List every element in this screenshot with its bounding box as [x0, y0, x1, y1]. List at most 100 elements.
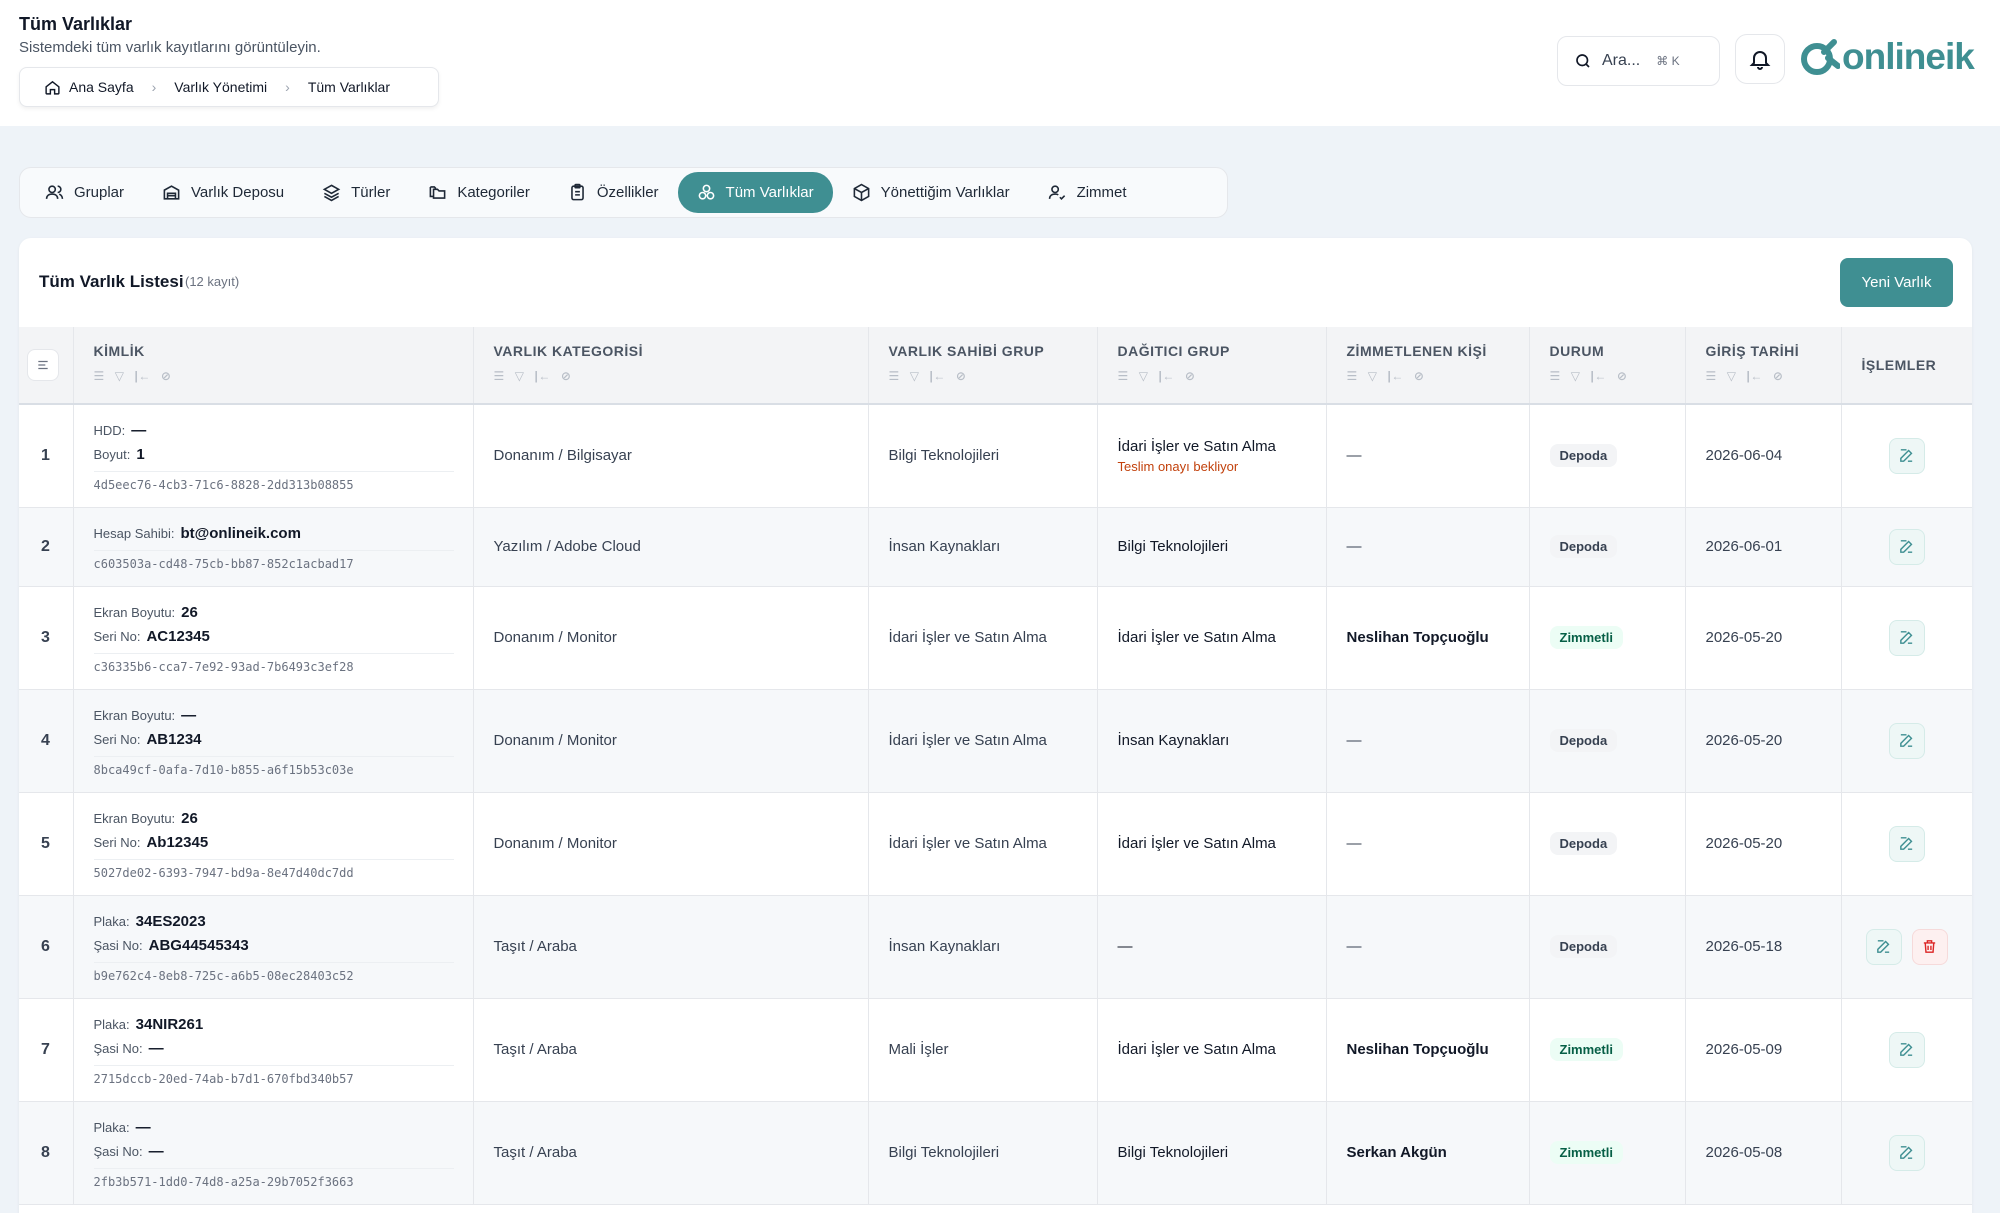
- tab-label: Gruplar: [74, 184, 125, 201]
- column-tool-icons: ☰ ▽ |← ⊘: [1347, 369, 1529, 383]
- tab-managed-assets[interactable]: Yönettiğim Varlıklar: [833, 172, 1029, 213]
- hide-icon[interactable]: ⊘: [1617, 369, 1628, 383]
- table-row[interactable]: 3 Ekran Boyutu: 26 Seri No: AC12345 c36335…: [19, 586, 1972, 690]
- row-number: 6: [19, 895, 74, 999]
- column-header-assigned-person[interactable]: ZİMMETLENEN KİŞİ ☰ ▽ |← ⊘: [1326, 327, 1530, 405]
- tab-all-assets[interactable]: Tüm Varlıklar: [677, 172, 833, 213]
- edit-button[interactable]: [1888, 437, 1925, 474]
- tab-properties[interactable]: Özellikler: [549, 172, 678, 213]
- edit-button[interactable]: [1865, 928, 1902, 965]
- pin-icon[interactable]: |←: [1388, 369, 1404, 383]
- tab-types[interactable]: Türler: [303, 172, 409, 213]
- column-header-entry-date[interactable]: GİRİŞ TARİHİ ☰ ▽ |← ⊘: [1685, 327, 1842, 405]
- pin-icon[interactable]: |←: [930, 369, 946, 383]
- sort-icon[interactable]: ☰: [889, 369, 900, 383]
- notifications-button[interactable]: [1735, 34, 1785, 84]
- filter-icon[interactable]: ▽: [1368, 369, 1378, 383]
- field-label: Seri No:: [93, 835, 141, 850]
- pin-icon[interactable]: |←: [535, 369, 551, 383]
- column-tool-icons: ☰ ▽ |← ⊘: [1118, 369, 1326, 383]
- column-header-category[interactable]: VARLIK KATEGORİSİ ☰ ▽ |← ⊘: [473, 327, 869, 405]
- hide-icon[interactable]: ⊘: [1773, 369, 1784, 383]
- field-label: Şasi No:: [93, 1041, 143, 1056]
- identity-field-2: Şasi No: —: [94, 1037, 473, 1061]
- field-value: bt@onlineik.com: [180, 525, 301, 542]
- distributor-group: İnsan Kaynakları: [1117, 732, 1230, 749]
- tab-label: Zimmet: [1076, 184, 1127, 201]
- table-row[interactable]: 2 Hesap Sahibi: bt@onlineik.com c603503a-…: [19, 507, 1972, 587]
- edit-button[interactable]: [1888, 1134, 1925, 1171]
- breadcrumb-asset-management[interactable]: Varlık Yönetimi: [174, 79, 267, 95]
- table-row[interactable]: 7 Plaka: 34NIR261 Şasi No: — 2715dccb-20ed…: [19, 998, 1972, 1102]
- sort-icon[interactable]: ☰: [94, 369, 105, 383]
- row-number: 7: [19, 998, 74, 1102]
- filter-icon[interactable]: ▽: [515, 369, 525, 383]
- status-cell: Depoda: [1529, 507, 1686, 587]
- filter-icon[interactable]: ▽: [115, 369, 125, 383]
- tab-asset-storage[interactable]: Varlık Deposu: [143, 172, 303, 213]
- edit-button[interactable]: [1888, 619, 1925, 656]
- hide-icon[interactable]: ⊘: [561, 369, 572, 383]
- list-count: (12 kayıt): [185, 274, 240, 289]
- hide-icon[interactable]: ⊘: [161, 369, 172, 383]
- table-row[interactable]: 8 Plaka: — Şasi No: — 2fb3b571-1dd0-74d8-a…: [19, 1101, 1972, 1205]
- edit-button[interactable]: [1888, 528, 1925, 565]
- table-row[interactable]: 5 Ekran Boyutu: 26 Seri No: Ab12345 5027de…: [19, 792, 1972, 896]
- edit-button[interactable]: [1888, 825, 1925, 862]
- column-tool-icons: ☰ ▽ |← ⊘: [1706, 369, 1841, 383]
- edit-icon: [1877, 940, 1890, 953]
- sort-icon[interactable]: ☰: [1550, 369, 1561, 383]
- pin-icon[interactable]: |←: [135, 369, 151, 383]
- column-header-distributor-group[interactable]: DAĞITICI GRUP ☰ ▽ |← ⊘: [1097, 327, 1327, 405]
- hide-icon[interactable]: ⊘: [1414, 369, 1425, 383]
- field-label: Şasi No:: [93, 1144, 143, 1159]
- distributor-group: İdari İşler ve Satın Alma: [1117, 1041, 1276, 1058]
- breadcrumb-current: Tüm Varlıklar: [307, 79, 391, 95]
- filter-icon[interactable]: ▽: [1139, 369, 1149, 383]
- new-asset-button[interactable]: Yeni Varlık: [1840, 258, 1953, 307]
- filter-icon[interactable]: ▽: [1727, 369, 1737, 383]
- edit-button[interactable]: [1888, 1031, 1925, 1068]
- identity-cell: Plaka: — Şasi No: — 2fb3b571-1dd0-74d8-a25…: [73, 1101, 474, 1205]
- sort-icon[interactable]: ☰: [494, 369, 505, 383]
- sort-icon[interactable]: ☰: [1706, 369, 1717, 383]
- sort-icon[interactable]: ☰: [1118, 369, 1129, 383]
- column-header-owner-group[interactable]: VARLIK SAHİBİ GRUP ☰ ▽ |← ⊘: [868, 327, 1098, 405]
- edit-icon: [1900, 734, 1913, 747]
- identity-field-1: Hesap Sahibi: bt@onlineik.com: [94, 522, 473, 546]
- tab-groups[interactable]: Gruplar: [26, 172, 143, 213]
- hide-icon[interactable]: ⊘: [1185, 369, 1196, 383]
- pin-icon[interactable]: |←: [1591, 369, 1607, 383]
- clipboard-icon: [571, 183, 584, 201]
- owner-group-cell: İdari İşler ve Satın Alma: [868, 792, 1098, 896]
- assigned-person: —: [1346, 938, 1362, 955]
- sort-icon[interactable]: ☰: [1347, 369, 1358, 383]
- logo: onlineik: [1798, 36, 1975, 78]
- asset-uuid: 8bca49cf-0afa-7d10-b855-a6f15b53c03e: [93, 756, 454, 777]
- owner-group-cell: İdari İşler ve Satın Alma: [868, 689, 1098, 793]
- delete-button[interactable]: [1911, 928, 1948, 965]
- column-header-status[interactable]: DURUM ☰ ▽ |← ⊘: [1529, 327, 1686, 405]
- table-row[interactable]: 1 HDD: — Boyut: 1 4d5eec76-4cb3-71c6-8828-…: [19, 404, 1972, 508]
- edit-button[interactable]: [1888, 722, 1925, 759]
- table-row[interactable]: 4 Ekran Boyutu: — Seri No: AB1234 8bca49cf…: [19, 689, 1972, 793]
- field-value: ABG44545343: [148, 937, 249, 954]
- search-button[interactable]: Ara... ⌘ K: [1557, 36, 1720, 86]
- pin-icon[interactable]: |←: [1747, 369, 1763, 383]
- hide-icon[interactable]: ⊘: [956, 369, 967, 383]
- field-value: Ab12345: [146, 834, 209, 851]
- distributor-group: —: [1117, 938, 1133, 955]
- pin-icon[interactable]: |←: [1159, 369, 1175, 383]
- layers-icon: [322, 184, 341, 202]
- search-shortcut: ⌘ K: [1656, 54, 1680, 68]
- table-row[interactable]: 6 Plaka: 34ES2023 Şasi No: ABG44545343 b9e…: [19, 895, 1972, 999]
- column-header-kimlik[interactable]: KİMLİK ☰ ▽ |← ⊘: [73, 327, 474, 405]
- field-value: —: [148, 1143, 164, 1160]
- bell-icon: [1749, 51, 1771, 70]
- breadcrumb-home[interactable]: Ana Sayfa: [44, 79, 134, 96]
- filter-icon[interactable]: ▽: [1571, 369, 1581, 383]
- tab-categories[interactable]: Kategoriler: [409, 172, 549, 213]
- column-settings-button[interactable]: [27, 349, 59, 381]
- tab-assignment[interactable]: Zimmet: [1029, 172, 1146, 213]
- filter-icon[interactable]: ▽: [910, 369, 920, 383]
